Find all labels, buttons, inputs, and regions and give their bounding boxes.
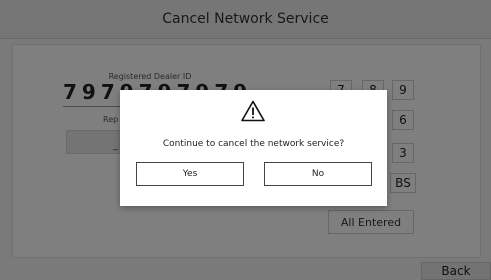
yes-button[interactable]: Yes xyxy=(136,162,244,186)
dialog-message: Continue to cancel the network service? xyxy=(162,139,345,149)
confirm-dialog: Continue to cancel the network service? … xyxy=(120,90,387,206)
warning-icon xyxy=(241,100,265,122)
no-button[interactable]: No xyxy=(264,162,372,186)
